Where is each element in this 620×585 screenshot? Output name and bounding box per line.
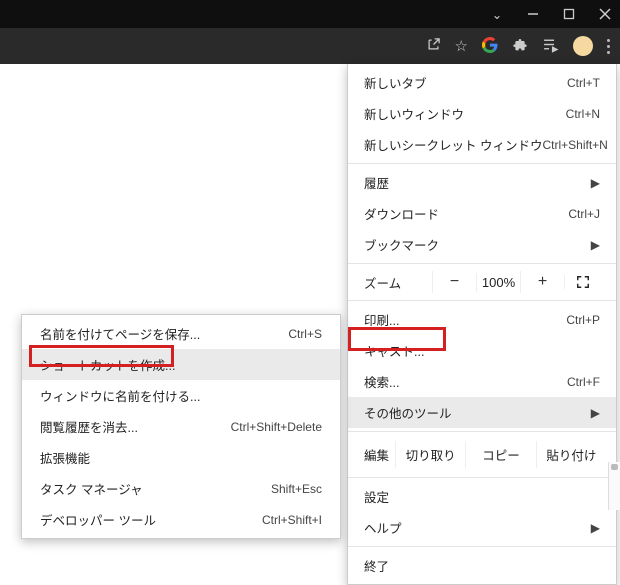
menu-label: 検索... — [364, 372, 399, 391]
reading-list-icon[interactable] — [542, 36, 559, 57]
menu-label: その他のツール — [364, 403, 452, 422]
profile-avatar[interactable] — [573, 36, 593, 56]
menu-accel: Ctrl+F — [567, 375, 600, 389]
submenu-label: タスク マネージャ — [40, 479, 143, 498]
menu-item-history[interactable]: 履歴 ▶ — [348, 167, 616, 198]
menu-accel: Ctrl+N — [566, 107, 600, 121]
menu-separator — [348, 300, 616, 301]
vertical-scrollbar[interactable] — [608, 462, 620, 510]
submenu-label: 閲覧履歴を消去... — [40, 417, 138, 436]
submenu-item-extensions[interactable]: 拡張機能 — [22, 442, 340, 473]
maximize-button[interactable] — [560, 5, 578, 23]
menu-item-exit[interactable]: 終了 — [348, 550, 616, 581]
menu-item-settings[interactable]: 設定 — [348, 481, 616, 512]
zoom-label: ズーム — [364, 273, 401, 292]
menu-item-bookmarks[interactable]: ブックマーク ▶ — [348, 229, 616, 260]
fullscreen-button[interactable] — [564, 275, 600, 289]
submenu-item-save-page[interactable]: 名前を付けてページを保存... Ctrl+S — [22, 318, 340, 349]
tab-dropdown-icon[interactable]: ⌄ — [488, 5, 506, 23]
menu-separator — [348, 263, 616, 264]
edit-paste-button[interactable]: 貼り付け — [536, 441, 606, 468]
menu-label: キャスト... — [364, 341, 424, 360]
kebab-menu-icon[interactable] — [607, 39, 610, 54]
menu-label: ダウンロード — [364, 204, 439, 223]
submenu-item-create-shortcut[interactable]: ショートカットを作成... — [22, 349, 340, 380]
submenu-accel: Ctrl+Shift+Delete — [231, 420, 322, 434]
menu-item-edit: 編集 切り取り コピー 貼り付け — [348, 435, 616, 474]
submenu-label: ウィンドウに名前を付ける... — [40, 386, 200, 405]
menu-item-find[interactable]: 検索... Ctrl+F — [348, 366, 616, 397]
menu-accel: Ctrl+Shift+N — [542, 138, 607, 152]
menu-item-zoom: ズーム − 100% + — [348, 267, 616, 297]
more-tools-submenu: 名前を付けてページを保存... Ctrl+S ショートカットを作成... ウィン… — [21, 314, 341, 539]
menu-label: 印刷... — [364, 310, 399, 329]
submenu-accel: Ctrl+S — [288, 327, 322, 341]
menu-label: 終了 — [364, 556, 389, 575]
menu-label: ブックマーク — [364, 235, 439, 254]
menu-label: 設定 — [364, 487, 389, 506]
share-icon[interactable] — [426, 37, 441, 55]
submenu-label: ショートカットを作成... — [40, 355, 175, 374]
menu-item-help[interactable]: ヘルプ ▶ — [348, 512, 616, 543]
menu-item-more-tools[interactable]: その他のツール ▶ — [348, 397, 616, 428]
menu-label: 新しいシークレット ウィンドウ — [364, 135, 542, 154]
menu-item-cast[interactable]: キャスト... — [348, 335, 616, 366]
edit-cut-button[interactable]: 切り取り — [395, 441, 465, 468]
submenu-item-clear-browsing[interactable]: 閲覧履歴を消去... Ctrl+Shift+Delete — [22, 411, 340, 442]
menu-separator — [348, 431, 616, 432]
chrome-main-menu: 新しいタブ Ctrl+T 新しいウィンドウ Ctrl+N 新しいシークレット ウ… — [347, 64, 617, 585]
menu-item-new-incognito[interactable]: 新しいシークレット ウィンドウ Ctrl+Shift+N — [348, 129, 616, 160]
submenu-label: 名前を付けてページを保存... — [40, 324, 200, 343]
menu-separator — [348, 163, 616, 164]
zoom-out-button[interactable]: − — [432, 271, 476, 293]
menu-accel: Ctrl+T — [567, 76, 600, 90]
menu-accel: Ctrl+P — [566, 313, 600, 327]
menu-item-new-tab[interactable]: 新しいタブ Ctrl+T — [348, 67, 616, 98]
menu-label: 新しいタブ — [364, 73, 427, 92]
window-title-bar: ⌄ — [0, 0, 620, 28]
submenu-item-developer-tools[interactable]: デベロッパー ツール Ctrl+Shift+I — [22, 504, 340, 535]
menu-item-new-window[interactable]: 新しいウィンドウ Ctrl+N — [348, 98, 616, 129]
submenu-label: 拡張機能 — [40, 448, 90, 467]
menu-item-downloads[interactable]: ダウンロード Ctrl+J — [348, 198, 616, 229]
menu-separator — [348, 546, 616, 547]
menu-label: 履歴 — [364, 173, 389, 192]
minimize-button[interactable] — [524, 5, 542, 23]
zoom-value: 100% — [476, 273, 520, 292]
zoom-in-button[interactable]: + — [520, 271, 564, 293]
menu-separator — [348, 477, 616, 478]
menu-item-print[interactable]: 印刷... Ctrl+P — [348, 304, 616, 335]
bookmark-star-icon[interactable]: ☆ — [455, 37, 468, 55]
menu-accel: Ctrl+J — [568, 207, 600, 221]
menu-label: ヘルプ — [364, 518, 402, 537]
submenu-accel: Ctrl+Shift+I — [262, 513, 322, 527]
submenu-accel: Shift+Esc — [271, 482, 322, 496]
menu-label: 新しいウィンドウ — [364, 104, 464, 123]
edit-label: 編集 — [358, 445, 389, 464]
edit-copy-button[interactable]: コピー — [465, 441, 535, 468]
browser-toolbar: ☆ — [0, 28, 620, 64]
extensions-icon[interactable] — [512, 37, 528, 56]
submenu-arrow-icon: ▶ — [591, 238, 600, 252]
submenu-arrow-icon: ▶ — [591, 406, 600, 420]
submenu-arrow-icon: ▶ — [591, 176, 600, 190]
google-icon[interactable] — [482, 37, 498, 56]
submenu-arrow-icon: ▶ — [591, 521, 600, 535]
close-button[interactable] — [596, 5, 614, 23]
submenu-item-name-window[interactable]: ウィンドウに名前を付ける... — [22, 380, 340, 411]
submenu-item-task-manager[interactable]: タスク マネージャ Shift+Esc — [22, 473, 340, 504]
